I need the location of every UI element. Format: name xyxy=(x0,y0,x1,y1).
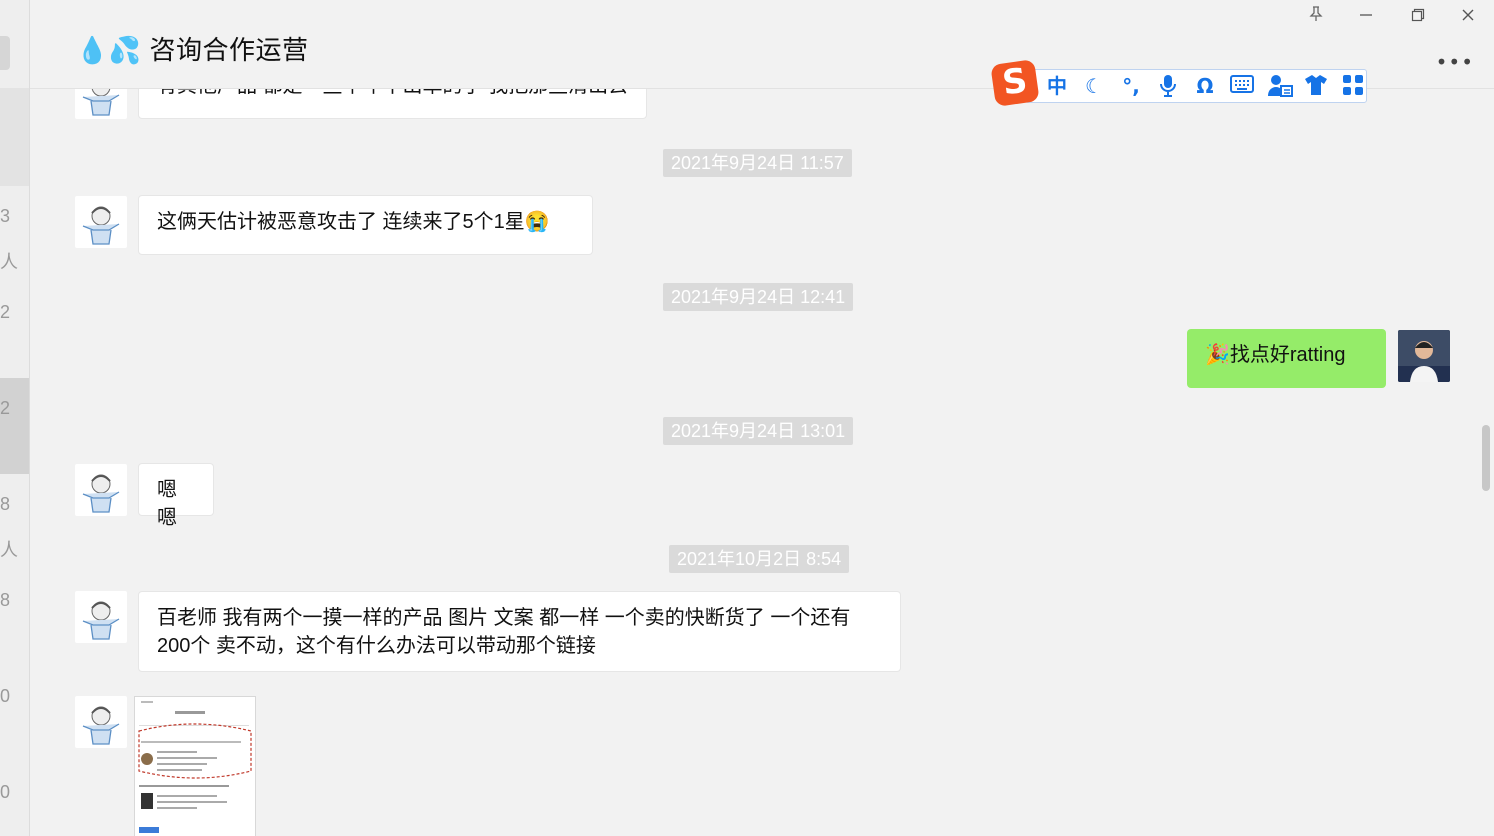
user-card-icon[interactable] xyxy=(1267,74,1293,98)
ime-toolbar[interactable]: S 中 ☾ °, Ω xyxy=(990,59,1367,107)
collapse-handle[interactable] xyxy=(0,36,10,70)
message-bubble[interactable]: 有其他产品 都是一些半年不出单的了 我把那些清出去 xyxy=(138,89,648,119)
close-icon[interactable] xyxy=(1456,6,1480,28)
session-count: 8 xyxy=(0,590,11,610)
more-options-icon[interactable]: ••• xyxy=(1436,50,1474,74)
omega-symbol-icon[interactable]: Ω xyxy=(1193,74,1217,98)
chat-messages-area[interactable]: 有其他产品 都是一些半年不出单的了 我把那些清出去 2021年9月24日 11:… xyxy=(30,89,1494,836)
session-count: 0 xyxy=(0,686,11,706)
pin-icon[interactable] xyxy=(1304,6,1328,28)
moon-icon[interactable]: ☾ xyxy=(1082,74,1106,98)
session-count: 2 xyxy=(0,398,11,418)
shirt-icon[interactable] xyxy=(1304,74,1328,98)
image-message-thumbnail[interactable] xyxy=(134,696,256,836)
contact-avatar[interactable] xyxy=(75,89,127,119)
session-item-highlight[interactable] xyxy=(0,88,29,186)
ime-icon-group: 中 ☾ °, Ω xyxy=(1045,69,1365,103)
chinese-mode-icon[interactable]: 中 xyxy=(1045,74,1069,98)
contact-avatar[interactable] xyxy=(75,591,127,643)
session-count: 0 xyxy=(0,782,11,802)
timestamp: 2021年9月24日 11:57 xyxy=(663,149,852,177)
minimize-icon[interactable] xyxy=(1354,6,1378,28)
message-bubble[interactable]: 这俩天估计被恶意攻击了 连续来了5个1星😭 xyxy=(138,195,593,255)
contact-avatar[interactable] xyxy=(75,196,127,248)
session-count: 3 xyxy=(0,206,11,226)
session-label: 人 xyxy=(0,252,18,272)
punctuation-icon[interactable]: °, xyxy=(1119,74,1143,98)
message-bubble[interactable]: 嗯嗯 xyxy=(138,463,214,529)
contact-avatar[interactable] xyxy=(75,464,127,516)
session-count: 8 xyxy=(0,494,11,514)
sogou-logo-icon[interactable]: S xyxy=(990,59,1040,107)
restore-icon[interactable] xyxy=(1406,6,1430,28)
timestamp: 2021年10月2日 8:54 xyxy=(669,545,850,573)
my-avatar[interactable] xyxy=(1398,330,1450,382)
keyboard-icon[interactable] xyxy=(1230,74,1254,98)
chat-scrollbar[interactable] xyxy=(1482,425,1490,491)
session-list-edge: 3 人 2 2 8 人 8 0 0 xyxy=(0,0,30,836)
mic-icon[interactable] xyxy=(1156,74,1180,98)
message-bubble[interactable]: 百老师 我有两个一摸一样的产品 图片 文案 都一样 一个卖的快断货了 一个还有2… xyxy=(138,591,901,672)
apps-icon[interactable] xyxy=(1341,74,1365,98)
session-label: 人 xyxy=(0,540,18,560)
timestamp: 2021年9月24日 12:41 xyxy=(663,283,854,311)
session-count: 2 xyxy=(0,302,11,322)
timestamp: 2021年9月24日 13:01 xyxy=(663,417,854,445)
my-message-bubble[interactable]: 🎉找点好ratting xyxy=(1187,329,1386,388)
contact-avatar[interactable] xyxy=(75,696,127,748)
session-item-selected[interactable] xyxy=(0,378,29,474)
chat-title: 💧💦 咨询合作运营 xyxy=(76,35,309,65)
